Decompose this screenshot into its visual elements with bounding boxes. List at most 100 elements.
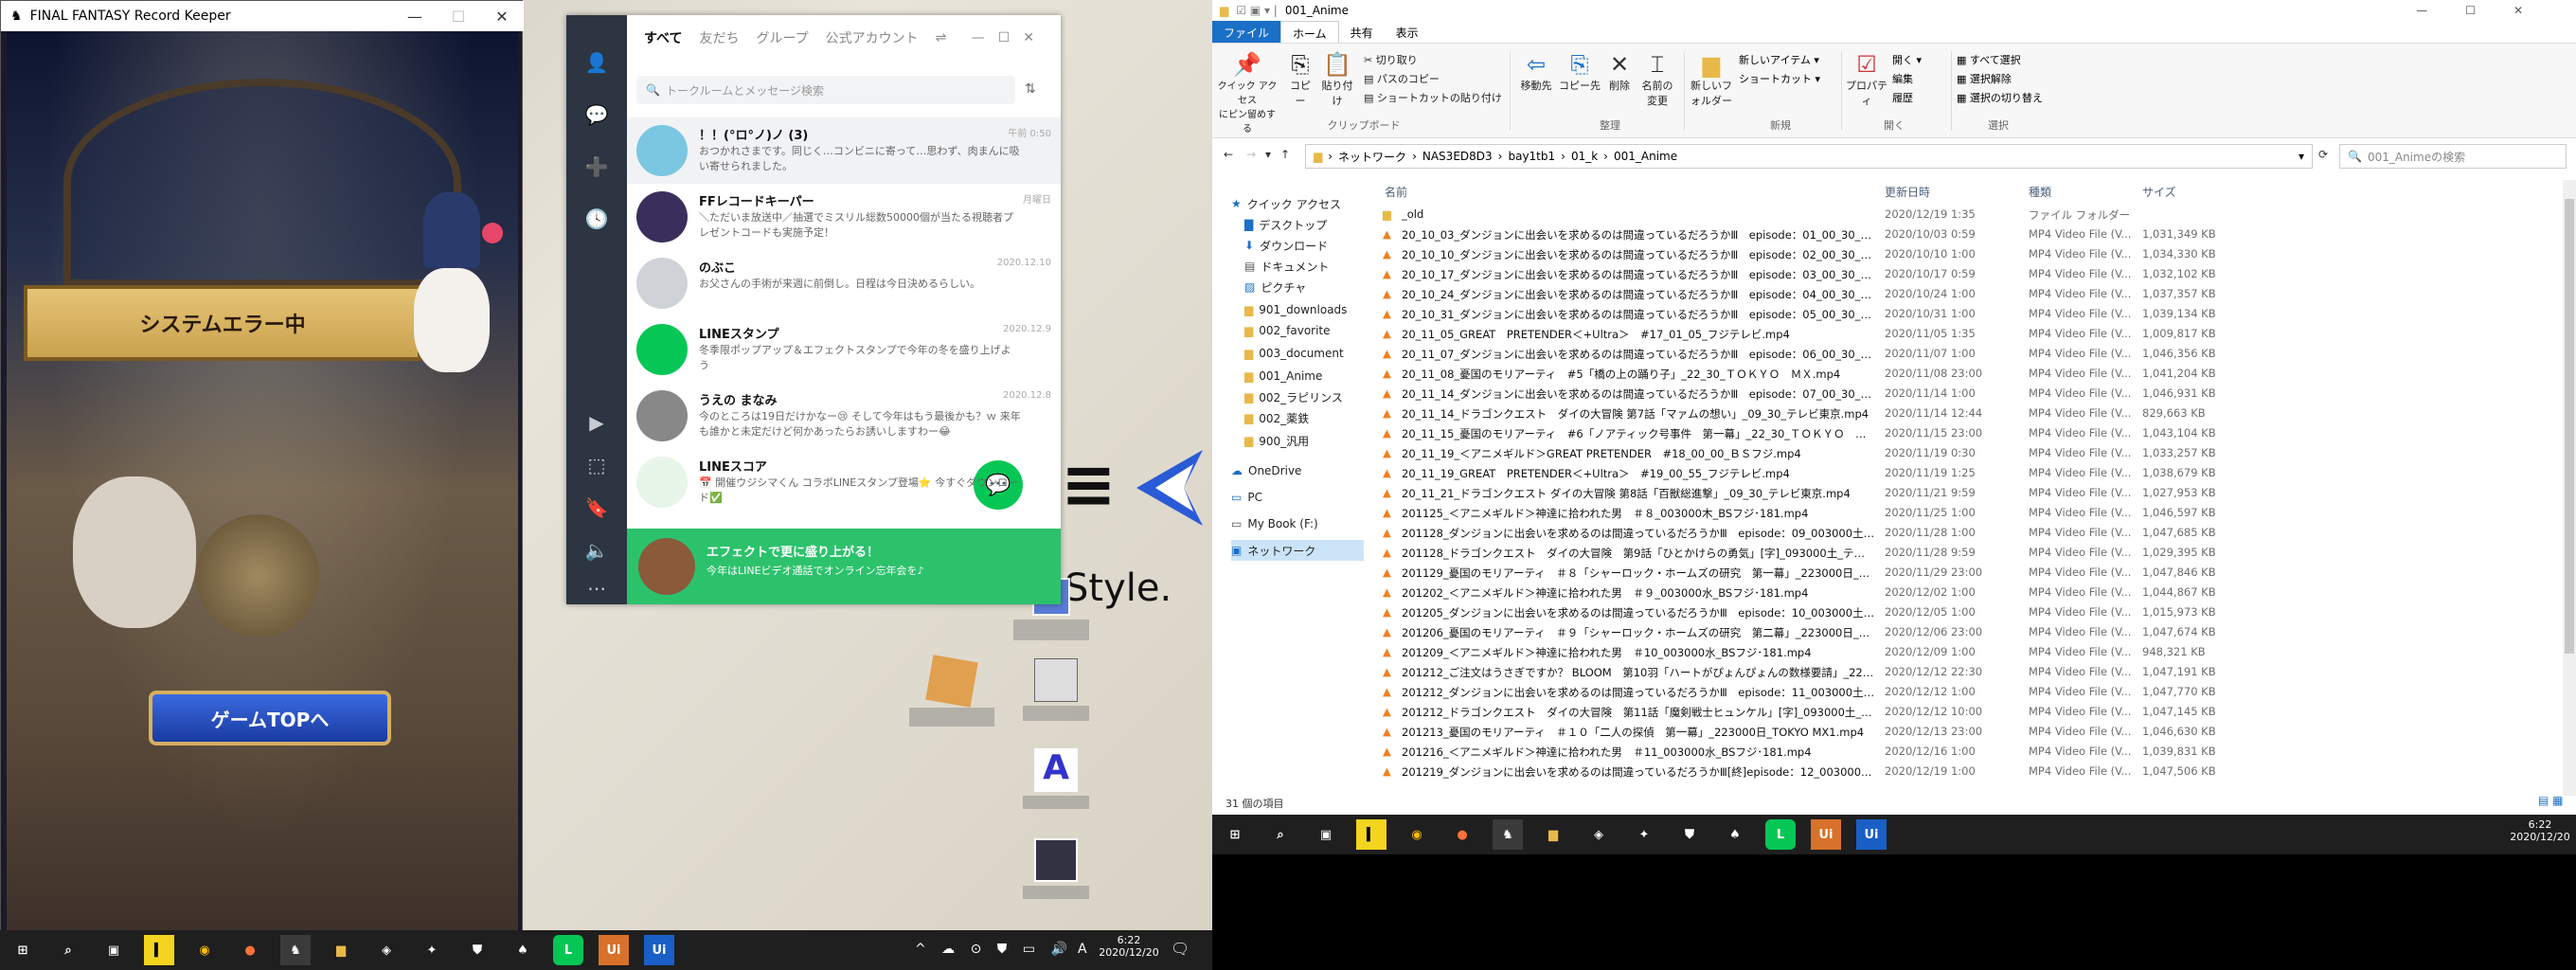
file-row[interactable]: ▲ 20_10_03_ダンジョンに出会いを求めるのは間違っているだろうかⅢ ep…	[1375, 225, 2576, 244]
clock-date[interactable]: 2020/12/20	[2510, 831, 2570, 843]
app-icon[interactable]: ♠	[508, 935, 538, 965]
paste-button[interactable]: 📋 貼り付け	[1318, 51, 1356, 108]
chat-row[interactable]: FFレコードキーパー ＼ただいま放送中／抽選でミスリル総数50000個が当たる視…	[627, 184, 1061, 250]
window-controls[interactable]: —☐✕	[972, 30, 1047, 45]
file-row[interactable]: ▲ 201206_憂国のモリアーティ ＃９「シャーロック・ホームズの研究 第二幕…	[1375, 622, 2576, 642]
cut-button[interactable]: ✂ 切り取り	[1364, 51, 1502, 70]
new-item-button[interactable]: 新しいアイテム ▾	[1739, 51, 1820, 70]
chrome-icon[interactable]: ◉	[189, 935, 220, 965]
shield-icon[interactable]: ⛊	[462, 935, 492, 965]
nav-item[interactable]: ▆ 003_document	[1244, 343, 1364, 364]
breadcrumb[interactable]: ▆ › ネットワーク › NAS3ED8D3 › bay1tb1 › 01_k › 001…	[1305, 144, 2313, 169]
add-friend-icon[interactable]: ➕	[566, 148, 627, 186]
nav-item[interactable]: ▣ ネットワーク	[1231, 540, 1364, 561]
desktop-shortcut-2[interactable]	[909, 655, 994, 734]
file-row[interactable]: ▲ 20_11_08_憂国のモリアーティ #5「橋の上の踊り子」_22_30_Ｔ…	[1375, 364, 2576, 384]
move-to-button[interactable]: ⇦ 移動先	[1515, 51, 1557, 93]
file-row[interactable]: ▲ 201125_＜アニメギルド＞神達に拾われた男 ＃８_003000木_BSフ…	[1375, 503, 2576, 523]
nav-item[interactable]: ▆ 901_downloads	[1244, 299, 1364, 320]
file-row[interactable]: ▲ 201212_ドラゴンクエスト ダイの大冒険 第11話「魔剣戦士ヒュンケル」…	[1375, 702, 2576, 722]
file-row[interactable]: ▲ 201128_ダンジョンに出会いを求めるのは間違っているだろうかⅢ epis…	[1375, 523, 2576, 543]
file-row[interactable]: ▲ 20_11_19_＜アニメギルド＞GREAT PRETENDER #18_0…	[1375, 443, 2576, 463]
app-icon[interactable]: ♠	[1720, 819, 1750, 850]
rename-button[interactable]: ⌶ 名前の変更	[1638, 51, 1676, 108]
app-icon[interactable]: ◈	[1583, 819, 1614, 850]
sticky-notes-icon[interactable]: ▍	[1356, 819, 1386, 850]
new-folder-button[interactable]: ▆ 新しいフォルダー	[1688, 51, 1735, 108]
column-date[interactable]: 更新日時	[1885, 184, 1930, 200]
system-tray[interactable]: ^ ☁ ⊙ ⛊ ▭ 🔊	[915, 942, 1073, 957]
crumb-bay[interactable]: bay1tb1	[1508, 150, 1555, 163]
select-all-button[interactable]: ▦ すべて選択	[1957, 51, 2043, 70]
uipath-studio-icon[interactable]: Ui	[644, 935, 674, 965]
tab-friends[interactable]: 友だち	[699, 28, 739, 47]
explorer-titlebar[interactable]: ▆ ☑ ▣ ▾ | 001_Anime —☐✕	[1212, 0, 2576, 21]
ime-indicator[interactable]: A	[1078, 942, 1087, 957]
uipath-icon[interactable]: Ui	[599, 935, 629, 965]
nav-item[interactable]: ▤ ドキュメント	[1244, 256, 1364, 277]
file-row[interactable]: ▲ 201213_憂国のモリアーティ ＃１０「二人の探偵 第一幕」_223000…	[1375, 722, 2576, 742]
file-row[interactable]: ▲ 201209_＜アニメギルド＞神達に拾われた男 ＃10_003000水_BS…	[1375, 642, 2576, 662]
video-icon[interactable]: ▶	[566, 404, 627, 441]
shield-icon[interactable]: ⛊	[1674, 819, 1705, 850]
column-name[interactable]: 名前	[1385, 184, 1407, 200]
refresh-button[interactable]: ⟳	[2318, 148, 2328, 161]
copy-path-button[interactable]: ▤ パスのコピー	[1364, 70, 1502, 89]
crumb-anime[interactable]: 001_Anime	[1614, 150, 1677, 163]
column-size[interactable]: サイズ	[2142, 184, 2176, 200]
windows-start-icon[interactable]: ⊞	[1220, 819, 1250, 850]
file-row[interactable]: ▲ 201205_ダンジョンに出会いを求めるのは間違っているだろうかⅢ epis…	[1375, 602, 2576, 622]
invert-selection-button[interactable]: ▦ 選択の切り替え	[1957, 89, 2043, 108]
search-icon[interactable]: ⌕	[53, 935, 83, 965]
ffrk-taskbar-icon[interactable]: ♞	[1493, 819, 1523, 850]
paste-shortcut-button[interactable]: ▤ ショートカットの貼り付け	[1364, 89, 1502, 108]
quick-toolbar[interactable]: ☑ ▣ ▾ |	[1236, 4, 1278, 17]
filter-icon[interactable]: ⇌	[936, 30, 947, 45]
file-row[interactable]: ▲ 20_11_21_ドラゴンクエスト ダイの大冒険 第8話「百獣総進撃」_09…	[1375, 483, 2576, 503]
friends-icon[interactable]: 👤	[566, 44, 627, 81]
nav-item[interactable]: ▆ 002_ラピリンス	[1244, 386, 1364, 407]
firefox-icon[interactable]: ●	[235, 935, 265, 965]
desktop-shortcut-5[interactable]	[1023, 838, 1089, 909]
chat-icon[interactable]: 💬	[566, 96, 627, 134]
nav-item[interactable]: ▆ 900_汎用	[1244, 430, 1364, 451]
chrome-icon[interactable]: ◉	[1402, 819, 1432, 850]
pin-quick-access-button[interactable]: 📌 クイック アクセス にピン留めする	[1216, 51, 1279, 135]
nav-item[interactable]: ▭ PC	[1231, 487, 1364, 508]
tab-share[interactable]: 共有	[1339, 21, 1385, 43]
nav-item[interactable]: ☁ OneDrive	[1231, 460, 1364, 481]
chat-row[interactable]: のぶこ お父さんの手術が来週に前倒し。日程は今日決めるらしい。 2020.12.…	[627, 250, 1061, 316]
file-row[interactable]: ▲ 20_11_05_GREAT PRETENDER＜+Ultra＞ #17_0…	[1375, 324, 2576, 344]
properties-button[interactable]: ☑ プロパティ	[1845, 51, 1888, 108]
file-row[interactable]: ▲ 201202_＜アニメギルド＞神達に拾われた男 ＃９_003000水_BSフ…	[1375, 583, 2576, 602]
up-button[interactable]: ↑	[1280, 148, 1290, 161]
tab-all[interactable]: すべて	[644, 28, 682, 47]
crop-icon[interactable]: ⬚	[566, 446, 627, 484]
view-toggle[interactable]: ▤ ▦	[2538, 794, 2564, 807]
file-row[interactable]: ▲ 201219_ダンジョンに出会いを求めるのは間違っているだろうかⅢ[終]ep…	[1375, 762, 2576, 781]
forward-button[interactable]: →	[1246, 148, 1256, 161]
copy-to-button[interactable]: ⎘ コピー先	[1559, 51, 1601, 93]
file-row[interactable]: ▲ 201129_憂国のモリアーティ ＃８「シャーロック・ホームズの研究 第一幕…	[1375, 563, 2576, 583]
sticky-notes-icon[interactable]: ▍	[144, 935, 174, 965]
nav-item[interactable]: ▭ My Book (F:)	[1231, 513, 1364, 534]
file-row[interactable]: ▲ 20_11_07_ダンジョンに出会いを求めるのは間違っているだろうかⅢ ep…	[1375, 344, 2576, 364]
desktop-shortcut-4[interactable]: A	[1023, 748, 1089, 815]
copy-button[interactable]: ⎘ コピー	[1286, 51, 1315, 108]
task-view-icon[interactable]: ▣	[1311, 819, 1341, 850]
ffrk-taskbar-icon[interactable]: ♞	[280, 935, 311, 965]
promo-banner[interactable]: エフェクトで更に盛り上がる！ 今年はLINEビデオ通話でオンライン忘年会を♪	[627, 529, 1061, 604]
file-row[interactable]: ▲ 201216_＜アニメギルド＞神達に拾われた男 ＃11_003000水_BS…	[1375, 742, 2576, 762]
tab-groups[interactable]: グループ	[756, 28, 808, 47]
chat-row[interactable]: うえの まなみ 今のところは19日だけかなー😢 そして今年はもう最後かも？ｗ 来…	[627, 383, 1061, 449]
nav-item[interactable]: ▨ ピクチャ	[1244, 277, 1364, 297]
game-top-button[interactable]: ゲームTOPへ	[149, 691, 391, 745]
file-row[interactable]: ▲ 20_11_19_GREAT PRETENDER＜+Ultra＞ #19_0…	[1375, 463, 2576, 483]
crumb-nas[interactable]: NAS3ED8D3	[1422, 150, 1493, 163]
clock-time[interactable]: 6:22	[2510, 818, 2570, 831]
maximize-button[interactable]: ☐	[437, 1, 480, 31]
clock-date[interactable]: 2020/12/20	[1099, 946, 1159, 959]
file-row[interactable]: ▲ 201212_ご注文はうさぎですか？ BLOOM 第10羽「ハートがぴょんぴ…	[1375, 662, 2576, 682]
line-icon[interactable]: L	[1765, 819, 1796, 850]
timeline-icon[interactable]: 🕓	[566, 200, 627, 238]
